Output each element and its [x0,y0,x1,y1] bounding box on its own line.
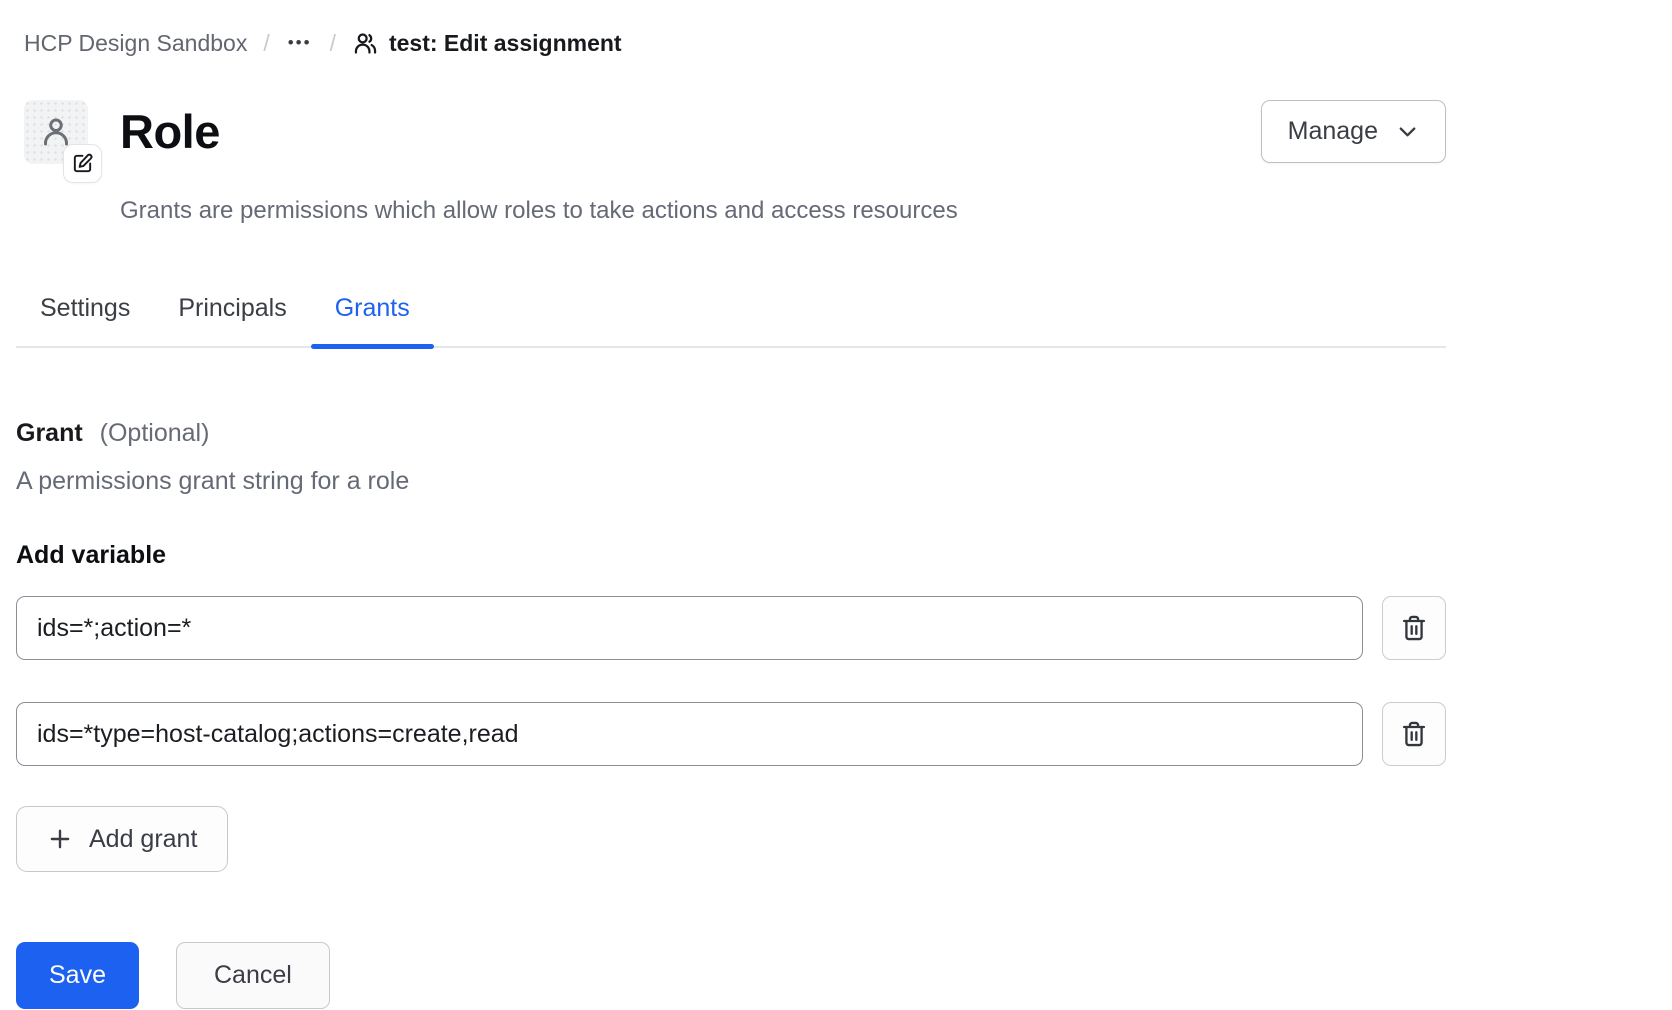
breadcrumb-current-label: test: Edit assignment [389,28,622,58]
plus-icon [47,826,73,852]
tab-bar: Settings Principals Grants [16,286,1446,348]
tab-grants[interactable]: Grants [311,286,434,346]
grant-row-2 [16,702,1446,766]
grant-label: Grant [16,419,83,447]
grant-input-2[interactable] [16,702,1363,766]
add-variable-label: Add variable [16,540,1446,570]
page-title: Role [120,100,1261,164]
breadcrumb-ellipsis-button[interactable]: ••• [286,28,314,58]
chevron-down-icon [1396,120,1419,143]
delete-grant-button-1[interactable] [1382,596,1446,660]
page-description: Grants are permissions which allow roles… [120,195,1261,226]
save-button[interactable]: Save [16,942,139,1009]
add-grant-button-label: Add grant [89,825,197,854]
cancel-button[interactable]: Cancel [176,942,330,1009]
tab-principals[interactable]: Principals [154,286,310,346]
tab-settings[interactable]: Settings [16,286,154,346]
grant-row-1 [16,596,1446,660]
breadcrumb-separator: / [330,28,336,58]
grant-field-label-row: Grant (Optional) [16,418,1446,448]
user-group-icon [352,30,379,57]
trash-icon [1400,614,1428,642]
manage-button[interactable]: Manage [1261,100,1446,163]
breadcrumb-item-hcp-design-sandbox[interactable]: HCP Design Sandbox [24,28,247,58]
grant-input-1[interactable] [16,596,1363,660]
add-grant-button[interactable]: Add grant [16,806,228,872]
title-block: Role Grants are permissions which allow … [120,100,1261,226]
grant-optional-label: (Optional) [100,419,210,447]
breadcrumb-separator: / [263,28,269,58]
breadcrumb: HCP Design Sandbox / ••• / test: Edit as… [24,28,1446,58]
role-avatar [24,100,88,164]
page-header: Role Grants are permissions which allow … [24,100,1446,226]
form-actions: Save Cancel [16,942,1446,1009]
trash-icon [1400,720,1428,748]
breadcrumb-current: test: Edit assignment [352,28,622,58]
grant-help-text: A permissions grant string for a role [16,466,1446,496]
pencil-square-icon [71,152,94,175]
manage-button-label: Manage [1288,117,1378,146]
edit-role-icon-button[interactable] [63,144,102,183]
delete-grant-button-2[interactable] [1382,702,1446,766]
role-grants-page: HCP Design Sandbox / ••• / test: Edit as… [0,0,1672,1009]
grants-form: Grant (Optional) A permissions grant str… [16,418,1446,1009]
